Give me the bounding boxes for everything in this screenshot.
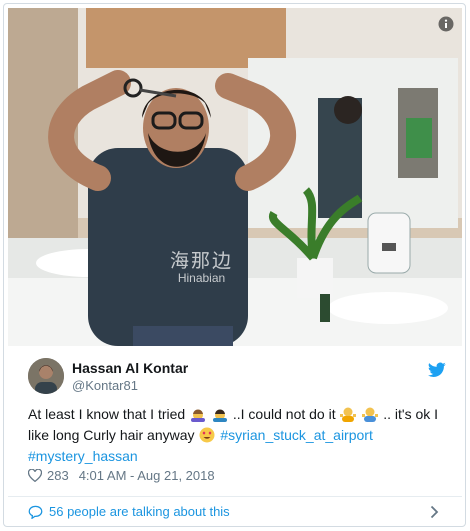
tweet-text-part2: ..I could not do it bbox=[232, 406, 336, 422]
haircut-emoji bbox=[212, 406, 228, 422]
tweet-text-part1: At least I know that I tried bbox=[28, 406, 186, 422]
shrug-emoji bbox=[340, 406, 357, 422]
photo-watermark: 海那边 Hinabian bbox=[170, 250, 234, 285]
hashtag-mystery-hassan[interactable]: #mystery_hassan bbox=[28, 448, 138, 464]
tweet-photo[interactable]: 海那边 Hinabian bbox=[8, 8, 462, 346]
shrug-emoji bbox=[362, 406, 379, 422]
tweet-meta: 283 4:01 AM - Aug 21, 2018 bbox=[27, 468, 215, 483]
heart-icon[interactable] bbox=[27, 468, 43, 483]
speech-bubble-icon bbox=[28, 505, 43, 520]
watermark-cn: 海那边 bbox=[170, 250, 234, 272]
tweet-timestamp[interactable]: 4:01 AM - Aug 21, 2018 bbox=[79, 468, 215, 483]
divider bbox=[8, 496, 462, 497]
info-icon[interactable] bbox=[438, 16, 454, 32]
tweet-card: 海那边 Hinabian Hassan Al Kontar @Kontar81 … bbox=[3, 3, 466, 527]
like-count[interactable]: 283 bbox=[47, 468, 69, 483]
conversation-link[interactable]: 56 people are talking about this bbox=[28, 504, 230, 520]
chevron-right-icon[interactable] bbox=[430, 505, 439, 519]
watermark-en: Hinabian bbox=[177, 270, 226, 285]
avatar[interactable] bbox=[28, 358, 64, 394]
heart-eyes-emoji bbox=[199, 427, 215, 443]
photo-scene bbox=[8, 8, 462, 346]
haircut-emoji bbox=[190, 406, 206, 422]
twitter-bird-icon[interactable] bbox=[428, 362, 446, 378]
author-handle[interactable]: @Kontar81 bbox=[72, 378, 138, 393]
tweet-text: At least I know that I tried ..I could n… bbox=[28, 404, 446, 467]
tweet-author[interactable]: Hassan Al Kontar @Kontar81 bbox=[28, 358, 448, 398]
author-name[interactable]: Hassan Al Kontar bbox=[72, 360, 188, 376]
hashtag-syrian-stuck-at-airport[interactable]: #syrian_stuck_at_airport bbox=[220, 427, 373, 443]
talking-count[interactable]: 56 people are talking about this bbox=[49, 504, 230, 519]
